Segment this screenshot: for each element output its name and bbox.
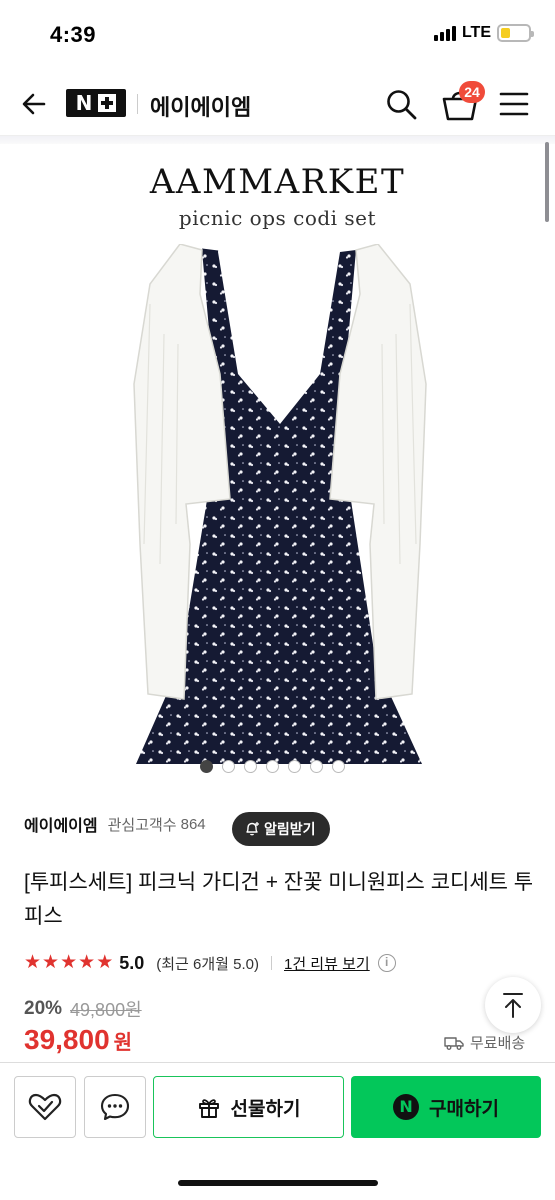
- carousel-dot[interactable]: [244, 760, 257, 773]
- product-photo: [133, 244, 427, 764]
- naver-plus-logo[interactable]: N: [66, 89, 126, 117]
- rating-value: 5.0: [119, 952, 145, 973]
- shipping-label: 무료배송: [470, 1035, 526, 1052]
- header-divider: [137, 94, 138, 114]
- review-link[interactable]: 1건 리뷰 보기: [284, 953, 370, 974]
- star-icon: ★: [42, 952, 60, 973]
- star-icon: ★: [60, 952, 78, 973]
- rating-stars: ★ ★ ★ ★ ★: [24, 952, 113, 974]
- plus-icon: [98, 94, 117, 112]
- original-price: 49,800원: [70, 1000, 142, 1020]
- price-row: 39,800 원: [24, 1024, 132, 1056]
- search-icon[interactable]: [384, 87, 418, 121]
- scroll-top-button[interactable]: [485, 977, 541, 1033]
- bell-plus-icon: [246, 822, 259, 836]
- status-time: 4:39: [50, 22, 97, 47]
- star-icon: ★: [78, 952, 96, 973]
- carousel-dot[interactable]: [332, 760, 345, 773]
- interest-label: 관심고객수: [107, 816, 177, 834]
- rating-recent: (최근 6개월 5.0): [156, 955, 259, 973]
- carousel-dot[interactable]: [222, 760, 235, 773]
- scrollbar[interactable]: [545, 142, 549, 222]
- star-icon: ★: [96, 952, 114, 973]
- signal-icon: [433, 25, 456, 41]
- hamburger-menu-icon[interactable]: [498, 90, 530, 118]
- discount-rate: 20%: [24, 998, 63, 1019]
- product-title: [투피스세트] 피크닉 가디건 + 잔꽃 미니원피스 코디세트 투피스: [24, 871, 534, 928]
- sale-price: 39,800: [24, 1024, 110, 1055]
- carousel-indicator: [200, 760, 345, 773]
- info-icon[interactable]: i: [377, 954, 396, 972]
- wishlist-button[interactable]: [14, 1076, 76, 1138]
- heart-check-icon: [28, 1093, 62, 1121]
- arrow-up-icon: [503, 993, 523, 1018]
- shipping-info: 무료배송: [444, 1032, 525, 1053]
- discount-row: 20% 49,800원: [24, 996, 142, 1022]
- buy-label: 구매하기: [429, 1098, 499, 1120]
- carousel-dot[interactable]: [266, 760, 279, 773]
- cart-count-badge: 24: [459, 81, 485, 103]
- talk-button[interactable]: [84, 1076, 146, 1138]
- app-header: N 에이에이엠 24: [0, 70, 555, 136]
- status-bar: 4:39 LTE: [0, 0, 555, 70]
- notify-label: 알림받기: [264, 821, 316, 837]
- logo-letter: N: [75, 91, 93, 115]
- carousel-dot[interactable]: [200, 760, 213, 773]
- back-arrow-icon[interactable]: [18, 88, 50, 120]
- seller-name[interactable]: 에이에이엠: [24, 812, 98, 836]
- store-name[interactable]: 에이에이엠: [150, 90, 251, 122]
- divider: [271, 956, 272, 970]
- interest-count: 864: [180, 815, 206, 833]
- chat-bubble-icon: [100, 1093, 130, 1121]
- network-label: LTE: [461, 24, 491, 41]
- image-brand-title: AAMMARKET: [149, 162, 406, 202]
- star-icon: ★: [24, 952, 42, 973]
- carousel-dot[interactable]: [310, 760, 323, 773]
- gift-label: 선물하기: [230, 1098, 301, 1120]
- naver-pay-icon: N: [393, 1094, 420, 1120]
- header-shadow: [0, 136, 555, 144]
- carousel-dot[interactable]: [288, 760, 301, 773]
- buy-button[interactable]: N 구매하기: [351, 1076, 541, 1138]
- rating-row: ★ ★ ★ ★ ★ 5.0 (최근 6개월 5.0) 1건 리뷰 보기 i: [24, 952, 396, 974]
- notify-button[interactable]: 알림받기: [232, 812, 330, 846]
- truck-icon: [444, 1036, 464, 1050]
- product-image-carousel[interactable]: AAMMARKET picnic ops codi set: [0, 144, 555, 784]
- price-unit: 원: [113, 1032, 133, 1054]
- home-indicator[interactable]: [178, 1180, 378, 1186]
- gift-icon: [198, 1099, 219, 1118]
- battery-icon: [497, 24, 534, 42]
- status-indicators: LTE: [433, 24, 534, 42]
- gift-button[interactable]: 선물하기: [153, 1076, 344, 1138]
- image-subtitle: picnic ops codi set: [178, 206, 377, 230]
- seller-row: 에이에이엠 관심고객수 864: [24, 812, 206, 836]
